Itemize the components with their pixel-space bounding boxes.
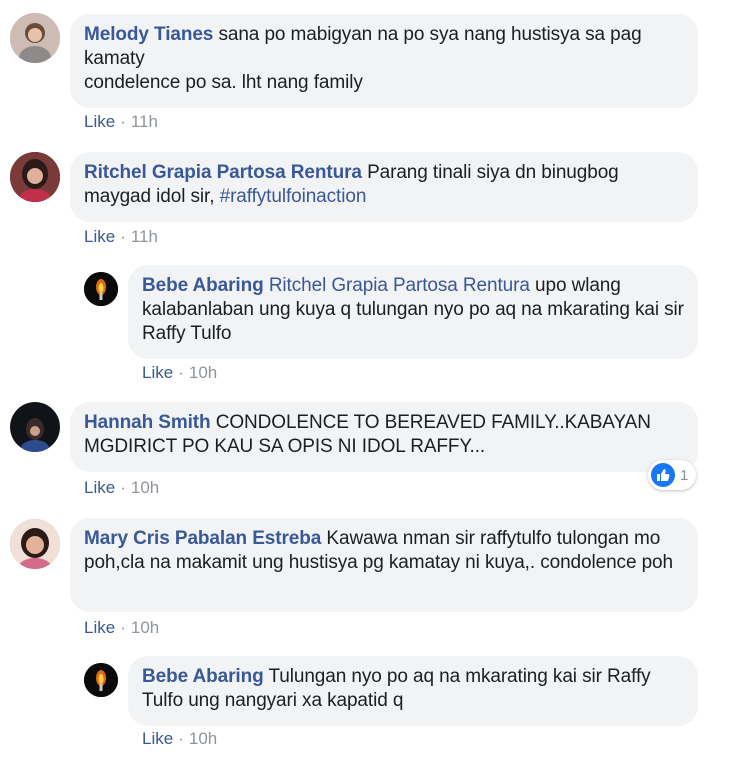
comment-time[interactable]: 10h [131,478,159,497]
comment-author[interactable]: Hannah Smith [84,412,211,433]
comment-bubble: Mary Cris Pabalan Estreba Kawawa nman si… [70,518,698,612]
separator: · [120,112,126,131]
comment-time[interactable]: 10h [131,618,159,637]
separator: · [178,729,184,748]
comment-bubble: Hannah Smith CONDOLENCE TO BEREAVED FAMI… [70,402,698,472]
comment-author[interactable]: Melody Tianes [84,24,213,45]
comment-bubble: Melody Tianes sana po mabigyan na po sya… [70,14,698,108]
profile-photo-icon [10,13,60,63]
comment-author[interactable]: Ritchel Grapia Partosa Rentura [84,162,362,183]
comment-time[interactable]: 11h [131,112,158,131]
profile-photo-icon [10,402,60,452]
avatar[interactable] [10,402,60,452]
comment-author[interactable]: Mary Cris Pabalan Estreba [84,528,321,549]
mention-link[interactable]: Ritchel Grapia Partosa Rentura [269,275,530,296]
hashtag-link[interactable]: #raffytulfoinaction [220,186,367,207]
comment-text-line2: condelence po sa. lht nang family [84,72,363,93]
comment-actions: Like · 10h [84,617,159,639]
candle-profile-icon [84,272,118,306]
comment-actions: Like · 11h [84,226,158,248]
like-button[interactable]: Like [84,478,115,497]
candle-profile-icon [84,663,118,697]
separator: · [120,618,126,637]
like-button[interactable]: Like [142,363,173,382]
profile-photo-icon [10,152,60,202]
avatar[interactable] [10,152,60,202]
separator: · [178,363,184,382]
reply-actions: Like · 10h [142,728,217,750]
reaction-badge[interactable]: 1 [648,460,697,490]
profile-photo-icon [10,519,60,569]
separator: · [120,227,126,246]
like-button[interactable]: Like [84,618,115,637]
reply-author[interactable]: Bebe Abaring [142,275,264,296]
comment-actions: Like · 11h [84,111,158,133]
reply-time[interactable]: 10h [189,363,217,382]
reply-actions: Like · 10h [142,362,217,384]
reply-bubble: Bebe Abaring Ritchel Grapia Partosa Rent… [128,265,698,359]
comment-actions: Like · 10h [84,477,159,499]
thumbs-up-icon [651,463,675,487]
reaction-count: 1 [680,466,689,484]
avatar[interactable] [10,519,60,569]
reply-author[interactable]: Bebe Abaring [142,666,264,687]
avatar[interactable] [84,663,118,697]
reply-bubble: Bebe Abaring Tulungan nyo po aq na mkara… [128,656,698,726]
reply-time[interactable]: 10h [189,729,217,748]
separator: · [120,478,126,497]
avatar[interactable] [10,13,60,63]
avatar[interactable] [84,272,118,306]
like-button[interactable]: Like [84,227,115,246]
comment-bubble: Ritchel Grapia Partosa Rentura Parang ti… [70,152,698,222]
like-button[interactable]: Like [142,729,173,748]
like-button[interactable]: Like [84,112,115,131]
comment-time[interactable]: 11h [131,227,158,246]
